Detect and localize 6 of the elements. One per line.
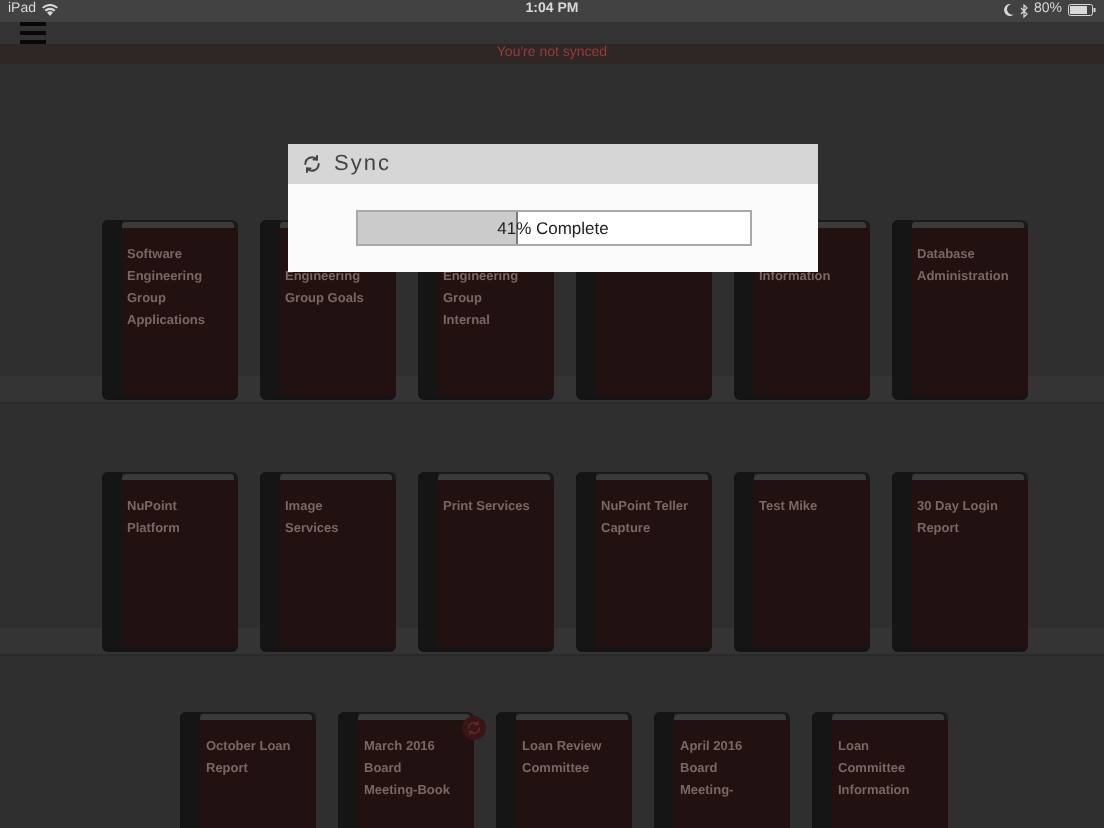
bluetooth-icon <box>1019 3 1028 18</box>
wifi-icon <box>42 4 59 17</box>
battery-icon <box>1068 4 1096 17</box>
sync-icon <box>302 154 322 174</box>
moon-icon <box>1003 4 1014 17</box>
dialog-title: Sync <box>334 149 391 180</box>
